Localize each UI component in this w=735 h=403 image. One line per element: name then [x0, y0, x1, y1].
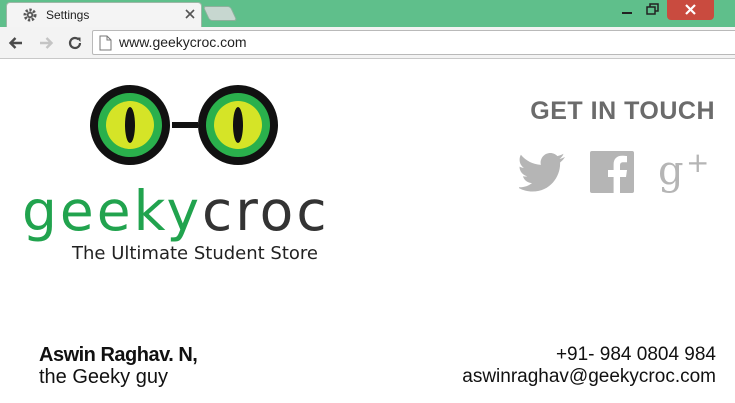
window-close-icon[interactable] — [667, 0, 714, 20]
twitter-icon[interactable] — [519, 150, 567, 194]
gear-icon — [23, 8, 37, 22]
browser-toolbar: www.geekycroc.com — [0, 27, 735, 59]
brand-wordmark: geekycroc — [22, 181, 330, 241]
tab-close-icon[interactable] — [184, 8, 196, 20]
svg-text:g: g — [658, 150, 684, 194]
restore-icon[interactable] — [640, 0, 666, 20]
brand-geeky: geeky — [22, 179, 203, 243]
reload-icon[interactable] — [66, 34, 84, 52]
forward-arrow-icon[interactable] — [37, 34, 55, 52]
croc-eyes-logo — [90, 85, 278, 165]
svg-text:+: + — [686, 150, 708, 179]
get-in-touch-heading: GET IN TOUCH — [530, 97, 715, 125]
back-arrow-icon[interactable] — [7, 34, 25, 52]
page-icon — [99, 35, 112, 51]
url-text: www.geekycroc.com — [119, 34, 247, 50]
facebook-icon[interactable] — [589, 150, 635, 194]
brand-croc: croc — [202, 179, 330, 243]
title-bar: Settings — [0, 0, 735, 27]
tab-title: Settings — [46, 8, 90, 22]
tab-settings[interactable]: Settings — [6, 2, 202, 27]
person-name: Aswin Raghav. N, — [39, 344, 198, 366]
tagline: The Ultimate Student Store — [72, 243, 319, 264]
address-bar[interactable]: www.geekycroc.com — [92, 30, 735, 55]
google-plus-icon[interactable]: g + — [658, 150, 708, 194]
minimize-icon[interactable] — [614, 0, 640, 20]
person-role: the Geeky guy — [39, 366, 168, 388]
new-tab-button[interactable] — [202, 6, 238, 21]
email-address: aswinraghav@geekycroc.com — [462, 366, 716, 387]
phone-number: +91- 984 0804 984 — [555, 344, 716, 365]
